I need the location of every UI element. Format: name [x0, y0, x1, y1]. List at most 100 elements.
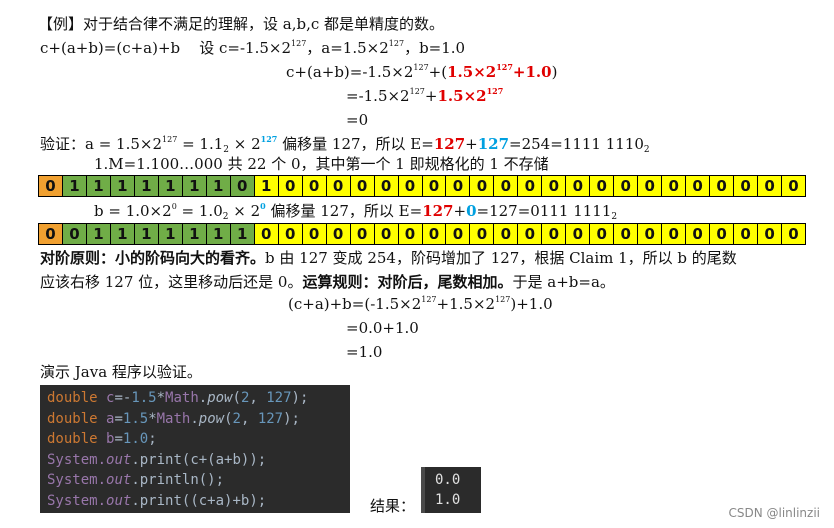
class: System. — [47, 451, 107, 468]
exponent-bit: 1 — [86, 224, 111, 244]
mantissa-bit: 0 — [734, 224, 759, 244]
mantissa-bit: 0 — [638, 176, 663, 196]
exponent-bit: 1 — [158, 224, 183, 244]
rule-text: 于是 a+b=a。 — [512, 273, 615, 291]
bias-red: 127 — [433, 135, 466, 153]
mantissa-bit: 0 — [470, 224, 495, 244]
mantissa-bit: 0 — [326, 224, 351, 244]
mantissa-bit: 0 — [710, 224, 735, 244]
b-post: 偏移量 127，所以 E= — [265, 202, 423, 220]
fn: pow — [207, 390, 233, 406]
exponent-bit: 1 — [110, 176, 135, 196]
num: 2 — [232, 410, 241, 427]
mantissa-bit: 1 — [254, 176, 279, 196]
mantissa-bit: 0 — [542, 224, 567, 244]
exponent-bit: 1 — [182, 176, 207, 196]
mantissa-bit: 0 — [590, 176, 615, 196]
mantissa-bit: 0 — [614, 224, 639, 244]
mantissa-bit: 0 — [326, 176, 351, 196]
mantissa-bit: 0 — [350, 176, 375, 196]
kw: double — [47, 431, 107, 448]
paren: ); — [283, 410, 300, 427]
mantissa-bit: 0 — [254, 224, 279, 244]
code-line: double c=-1.5*Math.pow(2, 127); — [47, 388, 343, 409]
c-exponent: 127 — [291, 39, 307, 48]
mantissa-bit: 0 — [398, 176, 423, 196]
b-definition: ，b=1.0 — [404, 39, 466, 57]
console-output: 0.0 1.0 — [421, 467, 481, 513]
principle-line-1: 对阶原则：小的阶码向大的看齐。b 由 127 变成 254，阶码增加了 127，… — [40, 248, 737, 268]
dot: . — [190, 410, 199, 427]
comma: , — [249, 390, 267, 406]
code-line: System.out.println(); — [47, 470, 343, 491]
op: = — [114, 410, 123, 427]
exponent-bit: 1 — [158, 176, 183, 196]
calc-line-3: =1.0 — [346, 343, 383, 361]
bits-row-b: 00111111100000000000000000000000 — [38, 223, 806, 245]
java-code-block: double c=-1.5*Math.pow(2, 127); double a… — [40, 385, 350, 513]
b-text: b = 1.0×2 — [94, 202, 172, 220]
kw: double — [47, 410, 107, 427]
num: 1.5 — [131, 390, 157, 406]
mantissa-bit: 0 — [278, 224, 303, 244]
call: .println(); — [131, 472, 225, 489]
highlight-exp: 127 — [496, 62, 513, 72]
exponent-bit: 1 — [110, 224, 135, 244]
bias-red: 127 — [422, 202, 454, 220]
derivation-line-3: =0 — [346, 111, 369, 129]
mantissa-bit: 0 — [782, 224, 805, 244]
principle-bold: 对阶原则：小的阶码向大的看齐。 — [40, 249, 266, 267]
derivation-plus: + — [424, 87, 438, 105]
exponent-bit: 0 — [62, 224, 87, 244]
mantissa-bit: 0 — [302, 176, 327, 196]
demo-caption: 演示 Java 程序以验证。 — [40, 363, 202, 381]
mantissa-bit: 0 — [518, 224, 543, 244]
kw: double — [47, 390, 107, 406]
bias-cyan: 0 — [466, 202, 477, 220]
exponent-bit: 1 — [206, 176, 231, 196]
highlight-term-2: +1.0 — [512, 63, 552, 81]
assumption-line: c+(a+b)=(c+a)+b 设 c=-1.5×2127，a=1.5×2127… — [40, 38, 465, 58]
calc-exp: 127 — [421, 295, 437, 304]
field: out — [106, 492, 132, 509]
field: out — [106, 472, 132, 489]
mantissa-bit: 0 — [518, 176, 543, 196]
num: 127 — [257, 410, 284, 427]
class: System. — [47, 472, 107, 489]
mantissa-bit: 0 — [542, 176, 567, 196]
example-intro: 对于结合律不满足的理解，设 a,b,c 都是单精度的数。 — [83, 15, 445, 33]
mantissa-bit: 0 — [374, 224, 399, 244]
fn: pow — [198, 410, 225, 427]
mantissa-note: 1.M=1.100…000 共 22 个 0，其中第一个 1 即规格化的 1 不… — [94, 155, 549, 173]
calc-text: (c+a)+b=(-1.5×2 — [288, 295, 422, 313]
exponent-bit: 1 — [134, 224, 159, 244]
op: =- — [114, 390, 132, 406]
exponent-bit: 1 — [134, 176, 159, 196]
mantissa-bit: 0 — [470, 176, 495, 196]
sign-bit: 0 — [39, 224, 63, 244]
output-line: 1.0 — [435, 492, 461, 508]
verify-post: 偏移量 127，所以 E= — [277, 135, 434, 153]
derivation-close: ) — [551, 63, 558, 81]
result-label: 结果： — [370, 497, 416, 515]
mantissa-bit: 0 — [446, 224, 471, 244]
code-line: System.out.print((c+a)+b); — [47, 491, 343, 512]
mantissa-bit: 0 — [638, 224, 663, 244]
verify-exp2: 127 — [260, 134, 278, 144]
mantissa-bit: 0 — [494, 176, 519, 196]
verify-text: 验证：a = 1.5×2 — [40, 135, 163, 153]
bias-cyan: 127 — [477, 135, 510, 153]
semicolon: ; — [148, 431, 157, 448]
class: Math — [165, 390, 199, 406]
call: .print((c+a)+b); — [131, 492, 267, 509]
principle-text: 应该右移 127 位，这里移动后还是 0。 — [40, 273, 303, 291]
highlight-term: 1.5×2 — [437, 87, 487, 105]
output-line: 0.0 — [435, 472, 461, 488]
principle-text: b 由 127 变成 254，阶码增加了 127，根据 Claim 1，所以 b… — [265, 249, 737, 267]
principle-line-2: 应该右移 127 位，这里移动后还是 0。运算规则：对阶后，尾数相加。于是 a+… — [40, 272, 615, 292]
mantissa-bit: 0 — [446, 176, 471, 196]
comma: , — [240, 410, 258, 427]
code-line: double a=1.5*Math.pow(2, 127); — [47, 409, 343, 430]
derivation-text: c+(a+b)=-1.5×2 — [286, 63, 414, 81]
exponent-bit: 1 — [86, 176, 111, 196]
